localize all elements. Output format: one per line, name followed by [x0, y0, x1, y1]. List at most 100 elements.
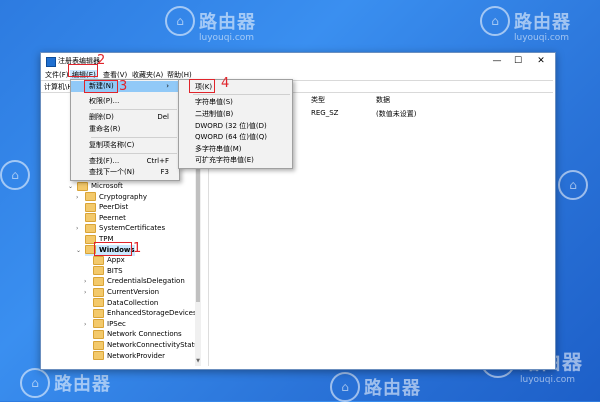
folder-icon	[85, 192, 96, 202]
folder-icon	[85, 213, 96, 223]
tree-item-label: NetworkProvider	[107, 351, 166, 360]
tree-item-label: Microsoft	[91, 182, 123, 190]
submenu-item-binary-value[interactable]: 二进制值(B)	[179, 109, 292, 120]
submenu-item-string-value[interactable]: 字符串值(S)	[179, 97, 292, 108]
expand-toggle-icon[interactable]: ›	[76, 223, 78, 234]
folder-icon	[93, 255, 104, 265]
watermark: ⌂路由器 luyouqi.com	[165, 6, 256, 43]
submenu-item-expandable-string-value[interactable]: 可扩充字符串值(E)	[179, 155, 292, 166]
menu-item-find-next[interactable]: 查找下一个(N) F3	[71, 167, 179, 178]
router-logo-icon: ⌂	[20, 368, 50, 398]
address-path: 计算机\H	[44, 83, 73, 91]
router-logo-icon: ⌂	[330, 372, 360, 402]
watermark: ⌂	[558, 170, 588, 200]
tree-item-label: PeerDist	[99, 203, 129, 212]
tree-item[interactable]: BITS	[93, 266, 123, 277]
menu-separator	[91, 137, 177, 138]
expand-toggle-icon[interactable]: ›	[76, 192, 78, 203]
folder-icon	[85, 223, 96, 233]
menu-item-rename[interactable]: 重命名(R)	[71, 124, 179, 135]
annotation-box-windows-key	[94, 242, 132, 256]
folder-icon	[93, 319, 104, 329]
submenu-arrow-icon: ›	[166, 82, 169, 90]
menu-item-delete[interactable]: 删除(D) Del	[71, 112, 179, 123]
column-header-data[interactable]: 数据	[376, 95, 390, 105]
value-data[interactable]: (数值未设置)	[376, 109, 416, 119]
folder-icon	[93, 308, 104, 318]
folder-icon	[93, 276, 104, 286]
edit-dropdown-menu: 新建(N) › 权限(P)... 删除(D) Del 重命名(R) 复制项名称(…	[70, 79, 180, 181]
step-marker-1: 1	[133, 241, 142, 256]
tree-item-label: CurrentVersion	[107, 288, 160, 296]
menu-item-permissions[interactable]: 权限(P)...	[71, 96, 179, 107]
menu-separator	[193, 94, 290, 95]
folder-icon	[93, 351, 104, 361]
tree-item[interactable]: Peernet	[85, 213, 126, 224]
submenu-item-multi-string-value[interactable]: 多字符串值(M)	[179, 144, 292, 155]
step-marker-3: 3	[119, 79, 128, 94]
value-type[interactable]: REG_SZ	[311, 109, 338, 117]
tree-item-label: IPSec	[107, 319, 126, 328]
tree-item[interactable]: NetworkConnectivityStatusI	[93, 340, 201, 351]
expand-toggle-icon[interactable]: ›	[84, 276, 86, 287]
tree-item[interactable]: Network Connections	[93, 329, 182, 340]
watermark: ⌂ 路由器	[20, 368, 111, 398]
folder-icon	[93, 340, 104, 350]
folder-icon	[93, 266, 104, 276]
tree-item[interactable]: NetworkProvider	[93, 351, 165, 362]
tree-item-label: DataCollection	[107, 298, 159, 307]
tree-item[interactable]: › SystemCertificates	[76, 223, 166, 234]
tree-item[interactable]: PeerDist	[85, 202, 128, 213]
menu-file[interactable]: 文件(F)	[43, 70, 71, 80]
router-logo-icon: ⌂	[558, 170, 588, 200]
scroll-down-icon[interactable]: ▼	[195, 358, 201, 364]
tree-item-label: BITS	[107, 266, 123, 275]
expand-toggle-icon[interactable]: ›	[84, 287, 86, 298]
folder-icon	[77, 181, 88, 191]
annotation-box-new-item	[84, 80, 118, 93]
scroll-thumb[interactable]	[196, 162, 200, 302]
tree-item-label: Peernet	[99, 213, 126, 222]
watermark: ⌂ 路由器	[330, 372, 421, 402]
column-header-type[interactable]: 类型	[311, 95, 325, 105]
tree-item-label: NetworkConnectivityStatusI	[107, 341, 201, 349]
tree-item-label: CredentialsDelegation	[107, 277, 185, 286]
watermark: ⌂路由器 luyouqi.com	[480, 6, 571, 43]
tree-item[interactable]: › Cryptography	[76, 192, 148, 203]
menu-item-copy-key-name[interactable]: 复制项名称(C)	[71, 140, 179, 151]
folder-icon	[93, 287, 104, 297]
router-logo-icon: ⌂	[480, 6, 510, 36]
tree-item[interactable]: › IPSec	[84, 319, 126, 330]
step-marker-4: 4	[221, 76, 230, 91]
menu-item-find[interactable]: 查找(F)... Ctrl+F	[71, 156, 179, 167]
tree-item-label: Network Connections	[107, 330, 182, 339]
submenu-item-dword-value[interactable]: DWORD (32 位)值(D)	[179, 121, 292, 132]
close-button[interactable]: ✕	[529, 53, 553, 69]
tree-item[interactable]: DataCollection	[93, 298, 158, 309]
menu-separator	[91, 153, 177, 154]
submenu-item-qword-value[interactable]: QWORD (64 位)值(Q)	[179, 132, 292, 143]
tree-item[interactable]: Appx	[93, 255, 125, 266]
annotation-box-key-item	[189, 79, 215, 93]
folder-icon	[93, 329, 104, 339]
tree-item[interactable]: › CurrentVersion	[84, 287, 160, 298]
tree-item[interactable]: EnhancedStorageDevices	[93, 308, 197, 319]
tree-item[interactable]: ⌄ Microsoft	[68, 181, 123, 192]
expand-toggle-icon[interactable]: ⌄	[68, 181, 73, 192]
tree-item-label: SystemCertificates	[99, 224, 166, 233]
maximize-button[interactable]: ☐	[506, 53, 530, 69]
watermark: ⌂	[0, 160, 30, 190]
expand-toggle-icon[interactable]: ›	[84, 319, 86, 330]
title-bar: 注册表编辑器 — ☐ ✕	[41, 53, 555, 69]
step-marker-2: 2	[97, 53, 106, 68]
regedit-app-icon	[46, 57, 56, 67]
router-logo-icon: ⌂	[165, 6, 195, 36]
annotation-box-edit-menu	[68, 64, 98, 77]
folder-icon	[85, 202, 96, 212]
tree-item-label: EnhancedStorageDevices	[107, 309, 197, 318]
menu-separator	[91, 109, 177, 110]
tree-item-label: Cryptography	[99, 192, 148, 201]
tree-item[interactable]: › CredentialsDelegation	[84, 276, 185, 287]
expand-toggle-icon[interactable]: ⌄	[76, 245, 81, 256]
router-logo-icon: ⌂	[0, 160, 30, 190]
